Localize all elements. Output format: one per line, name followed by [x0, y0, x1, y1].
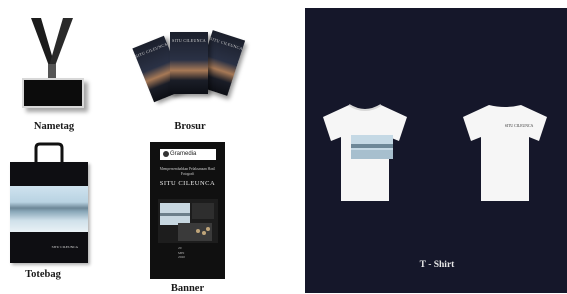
- label-brosur: Brosur: [174, 121, 206, 132]
- label-tshirt: T - Shirt: [419, 260, 455, 270]
- banner-mockup: Gramedia Mempersembahkan Pelaksanaan Has…: [150, 142, 225, 279]
- banner-date: 20 MEI 2020: [178, 246, 185, 259]
- tshirt-front: [323, 104, 407, 201]
- gramedia-logo-icon: [163, 151, 169, 157]
- nametag-card: [22, 78, 84, 108]
- banner-subtitle: Mempersembahkan Pelaksanaan Hasil Fotogr…: [159, 167, 216, 176]
- lanyard-strap: [31, 18, 73, 78]
- totebag-brand: SITU CILEUNCA: [51, 245, 78, 249]
- banner-logo: Gramedia: [160, 149, 216, 160]
- totebag-body: SITU CILEUNCA: [10, 162, 88, 263]
- tshirt-back-print: SITU CILEUNCA: [504, 124, 534, 128]
- tshirt-panel: SITU CILEUNCA T - Shirt: [305, 8, 567, 293]
- banner-photo-collage: [158, 199, 218, 243]
- tshirt-back: [463, 105, 547, 201]
- label-totebag: Totebag: [25, 269, 61, 280]
- banner-title: SITU CILEUNCA: [159, 180, 216, 187]
- label-nametag: Nametag: [33, 121, 75, 132]
- label-banner: Banner: [170, 283, 205, 294]
- totebag-photo: [10, 186, 88, 232]
- brochure-panel-front: SITU CILEUNCA: [170, 32, 208, 94]
